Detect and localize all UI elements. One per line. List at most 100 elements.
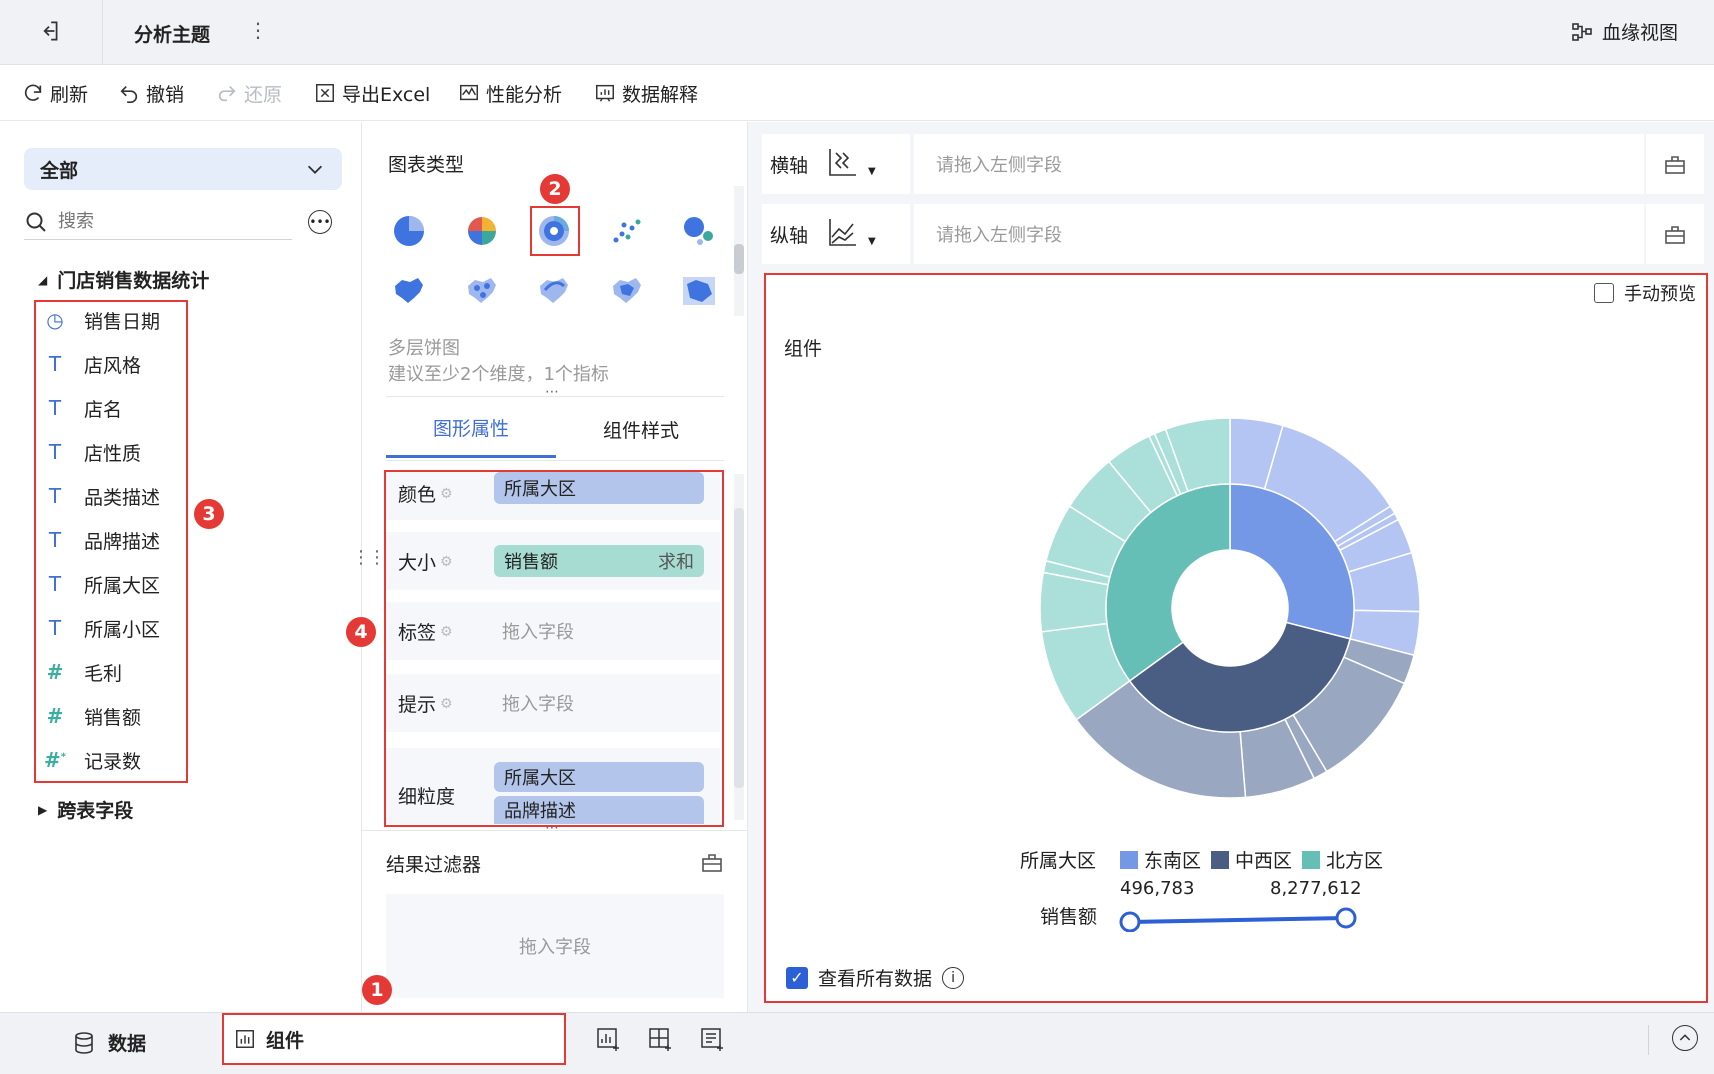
- resize-dots-icon[interactable]: ⋯: [545, 820, 561, 836]
- field-item[interactable]: T 品类描述: [44, 474, 160, 518]
- tag-label-wrap: 标签 ⚙: [398, 618, 453, 645]
- legend-item[interactable]: 北方区: [1302, 846, 1383, 873]
- chart-type-pie-icon[interactable]: [392, 214, 426, 253]
- database-icon: [75, 1031, 93, 1054]
- chart-type-region-map-icon[interactable]: [392, 276, 426, 311]
- size-field-pill[interactable]: 销售额 求和: [494, 545, 704, 577]
- view-all-data-toggle[interactable]: ✓ 查看所有数据 i: [786, 964, 965, 991]
- tab-graph-properties[interactable]: 图形属性: [386, 400, 556, 458]
- field-item[interactable]: # 销售额: [44, 694, 141, 738]
- color-field-pill[interactable]: 所属大区: [494, 472, 704, 504]
- granularity-field-pill[interactable]: 品牌描述: [494, 796, 704, 824]
- chart-type-heat-map-icon[interactable]: [610, 276, 644, 311]
- exit-icon[interactable]: [36, 18, 66, 48]
- field-group-header[interactable]: ◢ 门店销售数据统计: [38, 266, 209, 293]
- y-axis-drop-zone[interactable]: 请拖入左侧字段: [914, 204, 1644, 264]
- refresh-button[interactable]: 刷新: [22, 65, 88, 121]
- scope-select[interactable]: 全部: [24, 148, 342, 190]
- x-axis-type-icon[interactable]: [826, 145, 860, 184]
- x-axis-settings-icon[interactable]: [1646, 134, 1704, 194]
- add-filter-icon[interactable]: [700, 850, 724, 879]
- info-icon[interactable]: i: [942, 966, 965, 989]
- data-explain-button[interactable]: 数据解释: [594, 65, 698, 121]
- toolbar: 刷新 撤销 还原 导出Excel 性能分析 数据解释: [0, 65, 1714, 121]
- legend-item[interactable]: 东南区: [1120, 846, 1201, 873]
- settings-gear-icon[interactable]: ⚙: [440, 486, 453, 502]
- cross-table-group-header[interactable]: ▶ 跨表字段: [38, 796, 133, 823]
- chart-type-multi-pie-icon[interactable]: [537, 214, 571, 253]
- chart-type-gis-map-icon[interactable]: [682, 276, 716, 311]
- more-options-icon[interactable]: •••: [308, 210, 332, 234]
- chart-type-point-map-icon[interactable]: [465, 276, 499, 311]
- text-type-icon: T: [48, 528, 62, 552]
- settings-gear-icon[interactable]: ⚙: [440, 696, 453, 712]
- field-item[interactable]: T 所属小区: [44, 606, 160, 650]
- field-item[interactable]: # 毛利: [44, 650, 122, 694]
- add-dashboard-icon[interactable]: [648, 1027, 674, 1058]
- chart-type-rose-icon[interactable]: [465, 214, 499, 253]
- legend-label: 中西区: [1235, 850, 1293, 872]
- field-item[interactable]: ◷ 销售日期: [44, 298, 160, 342]
- settings-gear-icon[interactable]: ⚙: [440, 624, 453, 640]
- field-item-label: 销售额: [84, 706, 142, 729]
- performance-button[interactable]: 性能分析: [458, 65, 562, 121]
- granularity-field-pill[interactable]: 所属大区: [494, 762, 704, 792]
- field-item[interactable]: T 店性质: [44, 430, 141, 474]
- size-range-slider[interactable]: [1118, 902, 1358, 932]
- dropdown-caret-icon[interactable]: ▼: [868, 166, 876, 177]
- manual-preview-checkbox[interactable]: [1594, 283, 1614, 303]
- settings-gear-icon[interactable]: ⚙: [440, 554, 453, 570]
- collapse-panel-icon[interactable]: [1672, 1025, 1698, 1051]
- legend-item[interactable]: 中西区: [1211, 846, 1292, 873]
- tab-component-style[interactable]: 组件样式: [556, 400, 726, 458]
- export-excel-label: 导出Excel: [342, 83, 431, 106]
- data-tab[interactable]: 数据: [72, 1029, 146, 1056]
- filter-drop-zone[interactable]: 拖入字段: [386, 894, 724, 998]
- refresh-label: 刷新: [50, 83, 89, 106]
- number-type-icon: #: [46, 704, 64, 728]
- tip-drop-zone[interactable]: 拖入字段: [502, 690, 574, 716]
- field-item[interactable]: T 店风格: [44, 342, 141, 386]
- x-axis-label-box: 横轴 ▼: [762, 134, 910, 194]
- chart-type-scrollbar-thumb[interactable]: [734, 244, 744, 274]
- expand-triangle-icon: ▶: [38, 802, 48, 817]
- search-input[interactable]: [58, 211, 258, 232]
- export-excel-button[interactable]: 导出Excel: [314, 65, 430, 121]
- chevron-down-icon: [307, 165, 323, 174]
- y-axis-type-icon[interactable]: [826, 215, 860, 254]
- dropdown-caret-icon[interactable]: ▼: [868, 236, 876, 247]
- scope-select-value: 全部: [40, 159, 79, 182]
- chart-type-scatter-icon[interactable]: [610, 214, 644, 253]
- y-axis-settings-icon[interactable]: [1646, 204, 1704, 264]
- chart-type-flow-map-icon[interactable]: [537, 276, 571, 311]
- view-all-data-label: 查看所有数据: [818, 968, 933, 990]
- undo-button[interactable]: 撤销: [118, 65, 184, 121]
- drag-handle-icon[interactable]: ⋮⋮: [352, 549, 386, 567]
- x-axis-drop-zone[interactable]: 请拖入左侧字段: [914, 134, 1644, 194]
- lineage-view-button[interactable]: 血缘视图: [1570, 18, 1678, 45]
- properties-scrollbar-thumb[interactable]: [734, 508, 744, 788]
- undo-label: 撤销: [146, 83, 185, 106]
- view-all-data-checkbox[interactable]: ✓: [786, 966, 808, 989]
- search-box[interactable]: [24, 204, 292, 240]
- tag-drop-zone[interactable]: 拖入字段: [502, 618, 574, 644]
- manual-preview-toggle[interactable]: 手动预览: [1594, 280, 1696, 306]
- field-item[interactable]: T 所属大区: [44, 562, 160, 606]
- more-menu-icon[interactable]: ⋮: [248, 18, 268, 42]
- chart-type-scrollbar[interactable]: [734, 186, 744, 316]
- component-tab[interactable]: 组件: [224, 1015, 564, 1063]
- chart-icon: [236, 1030, 254, 1048]
- size-range-min-handle[interactable]: [1119, 911, 1141, 932]
- bottom-bar: 数据 组件: [0, 1012, 1714, 1074]
- field-item[interactable]: #* 记录数: [44, 738, 141, 782]
- field-item[interactable]: T 品牌描述: [44, 518, 160, 562]
- resize-dots-icon[interactable]: ⋯: [545, 384, 561, 400]
- field-item[interactable]: T 店名: [44, 386, 122, 430]
- add-component-icon[interactable]: [596, 1027, 622, 1058]
- chart-type-bubble-icon[interactable]: [682, 214, 716, 253]
- size-range-max-handle[interactable]: [1335, 907, 1357, 929]
- add-report-icon[interactable]: [700, 1027, 726, 1058]
- multi-level-pie-chart[interactable]: [1040, 418, 1420, 798]
- properties-scrollbar[interactable]: [734, 474, 744, 820]
- redo-button[interactable]: 还原: [216, 65, 282, 121]
